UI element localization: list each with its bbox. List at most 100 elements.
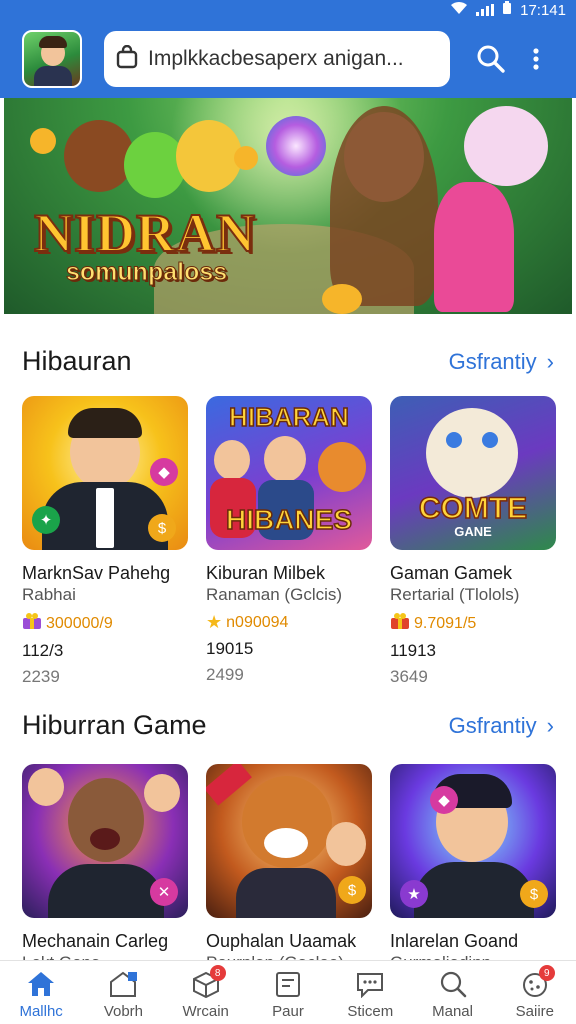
bag-icon xyxy=(116,44,138,74)
search-input[interactable] xyxy=(148,47,438,71)
notification-badge: 8 xyxy=(209,965,226,981)
pink-girl-character xyxy=(434,182,514,312)
gift-icon xyxy=(22,612,42,635)
search-box[interactable] xyxy=(104,31,450,87)
coin-icon: $ xyxy=(338,876,366,904)
nav-item-home[interactable]: Mallhc xyxy=(5,969,77,1020)
card-subtitle: Rabhai xyxy=(22,585,76,604)
status-bar: 17:141 xyxy=(0,0,576,20)
card-subtitle: Ranaman (Gclcis) xyxy=(206,585,343,604)
section-header: Hibauran Gsfrantiy › xyxy=(22,346,554,377)
app-thumbnail[interactable]: ✦ ◆ $ xyxy=(22,396,188,550)
yellow-character xyxy=(176,120,242,192)
see-more-link[interactable]: Gsfrantiy › xyxy=(449,713,554,739)
card-meta-primary: 11913 xyxy=(390,641,437,660)
status-time: 17:141 xyxy=(520,1,566,19)
app-thumbnail[interactable]: COMTE GANE xyxy=(390,396,556,550)
cookie-icon: 9 xyxy=(519,965,555,999)
card-meta-primary: 19015 xyxy=(206,639,254,658)
promo-banner[interactable]: NIDRAN somunpaloss xyxy=(4,98,572,314)
star-icon: ★ xyxy=(400,880,428,908)
section-header: Hiburran Game Gsfrantiy › xyxy=(22,710,554,741)
card-title: Inlarelan Goand xyxy=(390,931,519,951)
close-icon: ✕ xyxy=(150,878,178,906)
wifi-icon xyxy=(450,1,468,19)
thumb-text: COMTE xyxy=(418,491,528,526)
gamepad-icon: ◆ xyxy=(430,786,458,814)
thumb-text-secondary: GANE xyxy=(454,524,492,539)
bear-character xyxy=(64,120,134,192)
nav-label: Sticem xyxy=(347,1003,394,1020)
see-more-link[interactable]: Gsfrantiy › xyxy=(449,349,554,375)
nav-item-cookie[interactable]: 9 Saiire xyxy=(499,965,571,1020)
card-title: Mechanain Carleg xyxy=(22,931,169,951)
nav-item-search[interactable]: Manal xyxy=(417,969,489,1020)
banner-subtitle: somunpaloss xyxy=(65,258,228,287)
notification-badge: 9 xyxy=(538,965,555,981)
card-score: 300000/9 xyxy=(22,612,188,635)
app-card[interactable]: ✕ Mechanain Carleg Lekt Gona xyxy=(22,764,188,974)
app-card[interactable]: ✦ ◆ $ MarknSav Pahehg Rabhai 300000/9 11… xyxy=(22,396,188,687)
search-icon xyxy=(477,45,505,73)
card-title: MarknSav Pahehg xyxy=(22,563,171,583)
signal-icon xyxy=(476,4,495,16)
chevron-right-icon: › xyxy=(546,348,554,374)
card-title: Ouphalan Uaamak xyxy=(206,931,357,951)
nav-label: Manal xyxy=(432,1003,473,1020)
gem-orb xyxy=(266,116,326,176)
card-meta-secondary: 3649 xyxy=(390,667,428,686)
card-score-value: n090094 xyxy=(226,613,289,631)
more-options-button[interactable] xyxy=(526,42,546,76)
nav-item-box[interactable]: 8 Wrcain xyxy=(170,965,242,1020)
card-meta-primary: 112/3 xyxy=(22,641,64,660)
coin-icon xyxy=(30,128,56,154)
coin-icon: $ xyxy=(148,514,176,542)
see-more-label: Gsfrantiy xyxy=(448,348,537,374)
app-header xyxy=(0,20,576,98)
app-card[interactable]: ★ ◆ $ Inlarelan Goand Gurmaliadinn xyxy=(390,764,556,974)
star-icon: ★ xyxy=(206,612,223,632)
cat-character xyxy=(464,106,548,186)
nav-item-dashboard[interactable]: Vobrh xyxy=(87,969,159,1020)
app-thumbnail[interactable]: ✕ xyxy=(22,764,188,918)
nav-item-chat[interactable]: Sticem xyxy=(334,969,406,1020)
app-thumbnail[interactable]: $ xyxy=(206,764,372,918)
coin-icon: $ xyxy=(520,880,548,908)
kebab-menu-icon xyxy=(533,48,539,70)
girl-hair xyxy=(330,106,438,306)
thumb-text-secondary: HIBANES xyxy=(225,503,353,536)
app-thumbnail[interactable]: ★ ◆ $ xyxy=(390,764,556,918)
banner-title: NIDRAN xyxy=(33,202,256,264)
nav-label: Paur xyxy=(272,1003,304,1020)
search-icon xyxy=(437,969,469,999)
ribbon xyxy=(206,764,252,806)
section-title: Hibauran xyxy=(22,346,132,376)
thumb-text: HIBARAN xyxy=(228,401,349,433)
dashboard-icon xyxy=(107,969,139,999)
see-more-label: Gsfrantiy xyxy=(448,712,537,738)
card-score: 9.7091/5 xyxy=(390,612,556,635)
coin-icon xyxy=(234,146,258,170)
search-button[interactable] xyxy=(474,42,508,76)
nav-label: Mallhc xyxy=(19,1003,63,1020)
box-icon: 8 xyxy=(190,965,226,999)
card-score: ★ n090094 xyxy=(206,612,372,633)
section-title: Hiburran Game xyxy=(22,710,207,740)
nav-label: Wrcain xyxy=(182,1003,229,1020)
app-logo[interactable] xyxy=(22,30,82,88)
card-title: Gaman Gamek xyxy=(390,563,513,583)
card-subtitle: Rertarial (Tlolols) xyxy=(390,585,520,604)
app-card[interactable]: $ Ouphalan Uaamak Pourplan (Gacloe) xyxy=(206,764,372,974)
star-icon: ✦ xyxy=(32,506,60,534)
nav-item-document[interactable]: Paur xyxy=(252,969,324,1020)
home-icon xyxy=(25,969,57,999)
app-card[interactable]: COMTE GANE Gaman Gamek Rertarial (Tlolol… xyxy=(390,396,556,687)
document-icon xyxy=(272,969,304,999)
nav-label: Vobrh xyxy=(103,1003,144,1020)
card-score-value: 300000/9 xyxy=(46,614,113,632)
app-card[interactable]: HIBARAN HIBANES Kiburan Milbek Ranaman (… xyxy=(206,396,372,685)
card-score-value: 9.7091/5 xyxy=(414,614,477,632)
card-meta-secondary: 2499 xyxy=(206,665,244,684)
bottom-nav: Mallhc Vobrh 8 Wrcain Paur Sticem Manal xyxy=(0,960,576,1024)
app-thumbnail[interactable]: HIBARAN HIBANES xyxy=(206,396,372,550)
